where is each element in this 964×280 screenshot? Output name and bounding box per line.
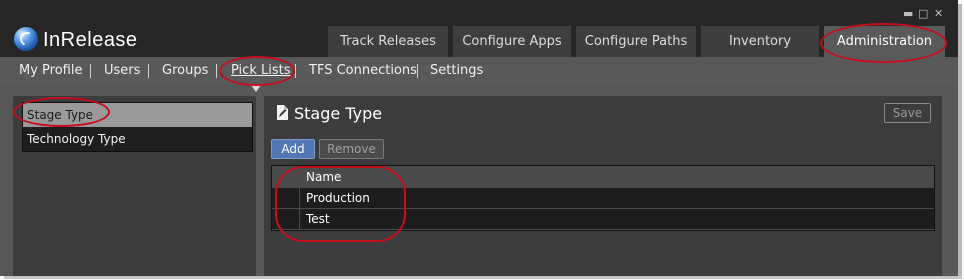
save-button[interactable]: Save xyxy=(884,103,931,123)
add-button[interactable]: Add xyxy=(271,139,315,159)
subnav-divider xyxy=(417,64,418,78)
subnav-divider xyxy=(90,64,91,78)
window-shadow xyxy=(958,4,962,278)
pick-list-item-technology-type[interactable]: Technology Type xyxy=(23,127,252,151)
app-brand: InRelease xyxy=(43,29,138,51)
subnav-my-profile[interactable]: My Profile xyxy=(19,64,82,78)
logo-icon xyxy=(14,27,38,51)
maximize-icon[interactable]: □ xyxy=(918,8,928,19)
highlight-stage-values xyxy=(275,166,406,242)
subnav-settings[interactable]: Settings xyxy=(430,64,483,78)
admin-sub-nav: My Profile Users Groups Pick Lists TFS C… xyxy=(0,57,958,85)
window-shadow xyxy=(4,276,962,279)
subnav-users[interactable]: Users xyxy=(104,64,140,78)
tab-track-releases[interactable]: Track Releases xyxy=(328,26,448,57)
tab-inventory[interactable]: Inventory xyxy=(701,26,819,57)
tab-configure-paths[interactable]: Configure Paths xyxy=(576,26,696,57)
subnav-divider xyxy=(148,64,149,78)
subnav-tfs-connections[interactable]: TFS Connections xyxy=(309,64,417,78)
minimize-icon[interactable]: ▬ xyxy=(903,8,913,19)
title-bar: ▬ □ ✕ InRelease Track Releases Configure… xyxy=(0,0,958,57)
subnav-divider xyxy=(216,64,217,78)
close-icon[interactable]: ✕ xyxy=(934,8,943,19)
remove-button[interactable]: Remove xyxy=(319,139,384,159)
tab-configure-apps[interactable]: Configure Apps xyxy=(453,26,571,57)
highlight-pick-lists xyxy=(219,56,295,86)
highlight-stage-type xyxy=(13,97,110,127)
subnav-divider xyxy=(295,64,296,78)
app-window: ▬ □ ✕ InRelease Track Releases Configure… xyxy=(0,0,958,276)
subnav-groups[interactable]: Groups xyxy=(162,64,208,78)
highlight-administration-tab xyxy=(820,23,947,63)
document-pencil-icon xyxy=(277,105,288,120)
detail-title: Stage Type xyxy=(294,104,383,123)
active-section-caret-icon xyxy=(251,85,261,92)
